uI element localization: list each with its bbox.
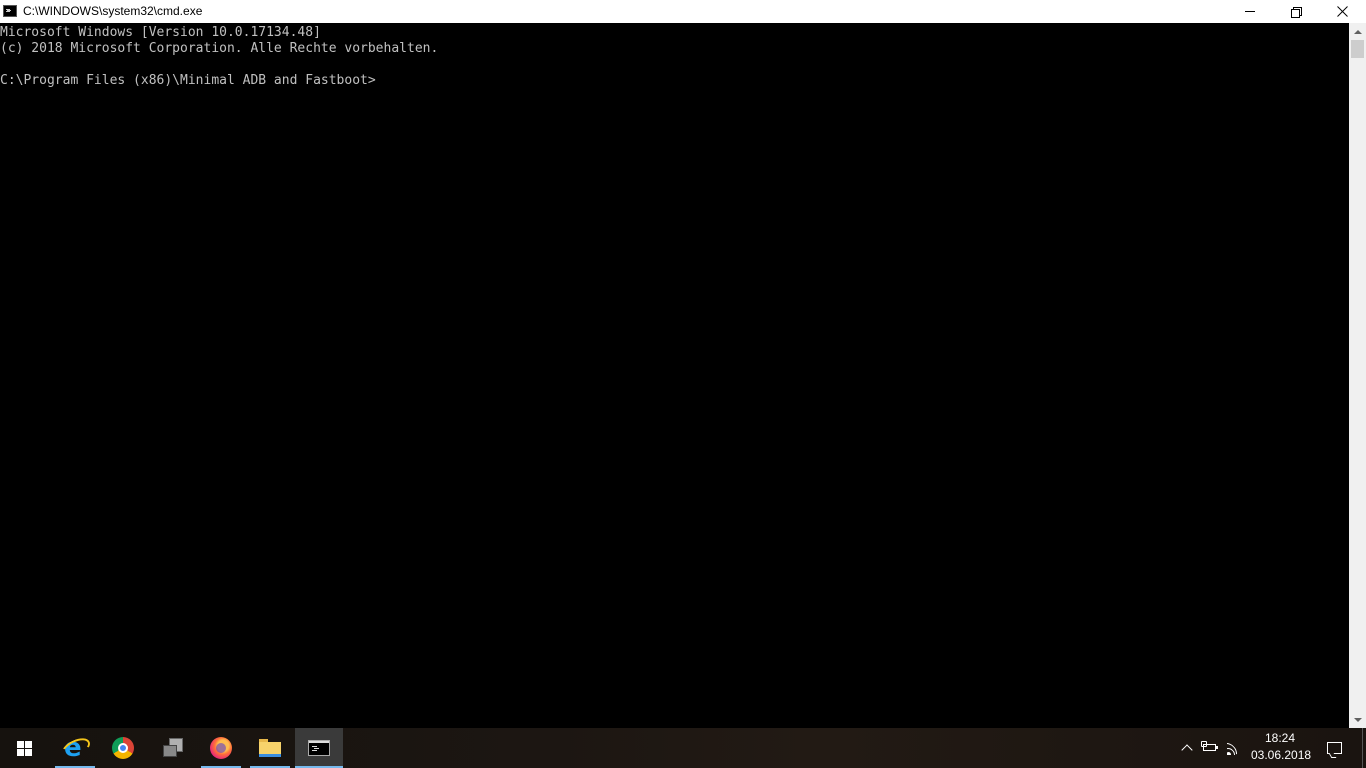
restore-button[interactable]	[1273, 0, 1319, 23]
clock-time: 18:24	[1264, 731, 1296, 745]
console-line: Microsoft Windows [Version 10.0.17134.48…	[0, 25, 321, 40]
start-button[interactable]	[0, 728, 48, 768]
folder-icon	[259, 739, 281, 757]
cmd-icon	[308, 740, 330, 756]
taskbar-clock[interactable]: 18:24 03.06.2018	[1251, 730, 1312, 766]
action-center-button[interactable]	[1318, 728, 1350, 768]
console-line: (c) 2018 Microsoft Corporation. Alle Rec…	[0, 41, 439, 56]
internet-explorer-icon: e	[59, 733, 93, 763]
taskbar: e	[0, 728, 1366, 768]
chrome-icon	[112, 737, 134, 759]
vertical-scrollbar[interactable]	[1349, 23, 1366, 728]
scroll-thumb[interactable]	[1351, 40, 1364, 58]
close-button[interactable]	[1319, 0, 1365, 23]
taskbar-app[interactable]	[148, 728, 196, 768]
scroll-up-button[interactable]	[1349, 23, 1366, 40]
clock-date: 03.06.2018	[1251, 748, 1312, 762]
taskbar-command-prompt[interactable]	[295, 728, 343, 768]
window-title: C:\WINDOWS\system32\cmd.exe	[23, 4, 203, 18]
minimize-button[interactable]	[1227, 0, 1273, 23]
window-title-bar[interactable]: C:\WINDOWS\system32\cmd.exe	[0, 0, 1366, 23]
taskbar-firefox[interactable]	[197, 728, 245, 768]
firefox-icon	[210, 737, 232, 759]
close-icon	[1336, 6, 1348, 17]
restore-icon	[1291, 6, 1302, 18]
taskbar-chrome[interactable]	[99, 728, 147, 768]
notification-icon	[1326, 742, 1342, 754]
arrow-up-icon	[1353, 29, 1362, 34]
arrow-down-icon	[1353, 717, 1362, 722]
show-desktop-button[interactable]	[1362, 728, 1366, 768]
scroll-down-button[interactable]	[1349, 711, 1366, 728]
application-icon	[161, 738, 183, 758]
minimize-icon	[1245, 11, 1255, 12]
show-hidden-icons-button[interactable]	[1177, 728, 1197, 768]
taskbar-file-explorer[interactable]	[246, 728, 294, 768]
chevron-up-icon	[1181, 744, 1193, 756]
console-output[interactable]: Microsoft Windows [Version 10.0.17134.48…	[0, 23, 1349, 728]
cmd-icon[interactable]	[3, 5, 17, 17]
battery-icon[interactable]	[1201, 741, 1219, 753]
taskbar-internet-explorer[interactable]: e	[51, 728, 99, 768]
wifi-icon[interactable]	[1227, 739, 1245, 755]
console-prompt[interactable]: C:\Program Files (x86)\Minimal ADB and F…	[0, 73, 1349, 89]
windows-logo-icon	[16, 740, 32, 756]
